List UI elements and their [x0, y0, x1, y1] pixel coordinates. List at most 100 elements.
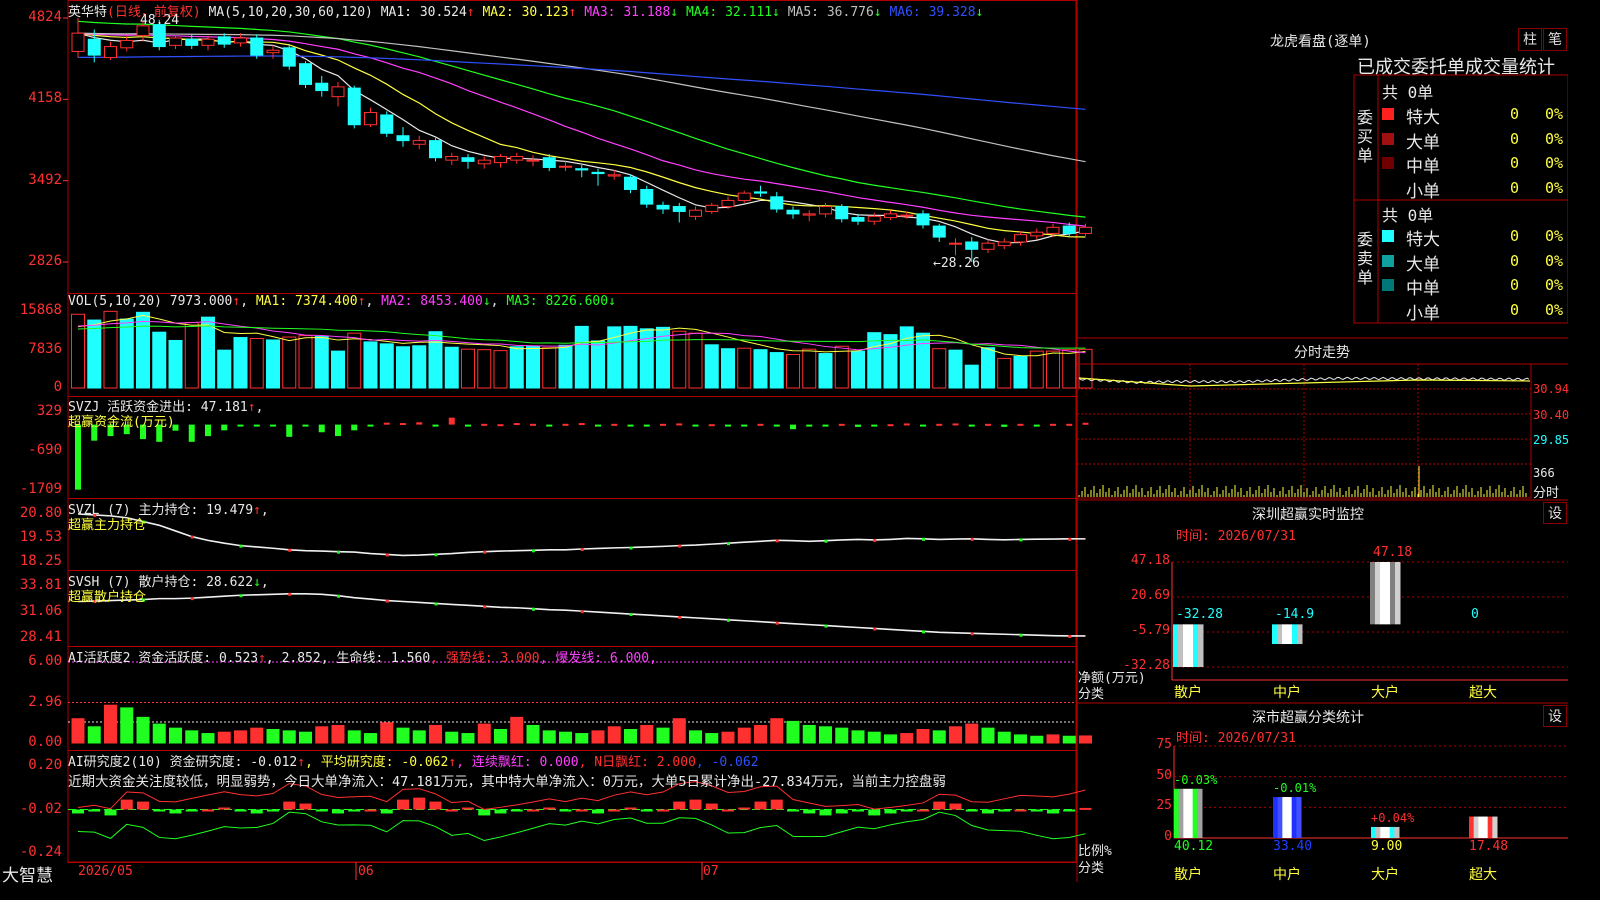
research-bar	[624, 807, 637, 810]
sell-row-percent: 0%	[1545, 300, 1564, 319]
month-label-06: 06	[358, 864, 374, 879]
ai-active-y-tick: 0.00	[28, 734, 62, 750]
retail-line-dot	[483, 605, 487, 609]
column-view-button[interactable]: 柱	[1518, 28, 1542, 51]
stat-bar-stripe	[1483, 816, 1489, 838]
monitor-bar-stripe	[1380, 562, 1386, 625]
ai-research-y-tick: 0.20	[28, 757, 62, 773]
fund-flow-bar	[416, 422, 423, 425]
monitor-category-label: 散户	[1174, 685, 1202, 701]
candle	[835, 206, 849, 220]
vol-ma2: MA2: 8453.400	[381, 294, 483, 309]
stat-bar-stripe	[1277, 797, 1283, 838]
volume-bar	[899, 326, 914, 389]
ai-active-arrow: ↑	[258, 651, 266, 666]
activity-bar	[900, 733, 914, 744]
research-bar	[202, 809, 214, 812]
fund-flow-bar	[871, 424, 878, 427]
candle	[981, 242, 995, 250]
research-bar	[104, 809, 117, 816]
research-bar	[397, 799, 409, 810]
date-start-label: 2026/05	[78, 864, 133, 879]
activity-bar	[737, 727, 751, 744]
candle	[71, 32, 85, 52]
ma-legend-arrow: ↓	[772, 5, 788, 20]
candle	[900, 214, 914, 217]
ma-legend-item: MA2: 30.123	[482, 5, 569, 20]
stat-bar	[1273, 797, 1302, 838]
intraday-vol-label: 分时	[1533, 486, 1560, 501]
monitor-category-label: 超大	[1469, 685, 1497, 701]
fund-flow-bar	[1050, 423, 1056, 426]
research-bar	[689, 799, 702, 810]
research-bar	[770, 799, 783, 810]
svzl-y-tick: 20.80	[19, 505, 62, 521]
activity-bar	[1046, 734, 1060, 744]
high-price-label: 48.24	[140, 13, 180, 28]
monitor-settings-button[interactable]: 设	[1543, 502, 1567, 524]
activity-bar	[851, 730, 865, 744]
stat-y-tick: 25	[1156, 798, 1172, 814]
candle	[185, 38, 199, 46]
candle	[721, 199, 735, 208]
volume-bar	[623, 325, 638, 389]
monitor-bar-stripe	[1183, 624, 1189, 667]
activity-bar	[185, 730, 199, 744]
fund-flow-bar	[1066, 423, 1073, 426]
intraday-tick-mid: 30.40	[1533, 408, 1570, 422]
candle	[445, 155, 459, 161]
fund-flow-bar	[936, 423, 943, 426]
activity-bar	[1079, 735, 1092, 744]
research-bar	[1079, 807, 1092, 810]
monitor-bar-stripe	[1193, 624, 1199, 667]
stat-bar-stripe	[1469, 816, 1475, 838]
ma-line-6	[77, 55, 1086, 110]
volume-bar	[1013, 355, 1028, 389]
activity-bar	[607, 726, 621, 744]
candle	[1046, 226, 1060, 234]
fund-flow-bar	[286, 424, 293, 437]
research-bar	[234, 809, 247, 812]
activity-bar	[445, 731, 459, 744]
stat-category-label: 中户	[1273, 867, 1301, 883]
volume-bar	[201, 316, 215, 389]
fund-flow-bar	[513, 423, 520, 426]
stock-name-label: 英华特	[68, 5, 108, 20]
ma-line-2	[77, 32, 1086, 238]
research-bar	[608, 809, 621, 812]
fund-flow-bar	[1001, 424, 1008, 427]
main-y-tick: 4158	[28, 90, 62, 107]
monitor-value-label: -32.28	[1176, 607, 1223, 623]
fund-flow-bar	[968, 424, 975, 427]
monitor-bar	[1173, 624, 1204, 667]
activity-bar	[672, 718, 686, 744]
activity-bar	[412, 730, 426, 744]
fund-flow-bar	[270, 424, 276, 427]
stat-bar-stripe	[1296, 797, 1302, 838]
monitor-bar-stripe	[1297, 624, 1303, 645]
fund-flow-bar	[790, 424, 796, 430]
activity-bar	[721, 731, 735, 744]
tick-view-button[interactable]: 笔	[1543, 28, 1567, 51]
ma-legend-arrow: ↓	[670, 5, 686, 20]
candle	[542, 157, 556, 168]
ai-research-header: AI研究度2(10) 资金研究度: -0.012↑, 平均研究度: -0.062…	[68, 751, 759, 770]
fund-flow-bar	[952, 423, 959, 426]
buy-row-count: 0	[1510, 178, 1520, 197]
fund-flow-bar	[448, 417, 455, 425]
fund-flow-bar	[367, 424, 374, 427]
stat-settings-button[interactable]: 设	[1543, 705, 1567, 727]
volume-bar	[1078, 348, 1093, 389]
candle	[234, 37, 247, 44]
fund-flow-bar	[351, 424, 358, 431]
ma-setting-label: MA(5,10,20,30,60,120)	[208, 5, 373, 20]
intraday-tick-high: 30.94	[1533, 382, 1570, 396]
research-bar	[933, 801, 946, 810]
volume-bar	[932, 348, 947, 389]
research-bar	[640, 809, 653, 812]
intraday-title: 分时走势	[1294, 345, 1350, 361]
main-force-line-dot	[1068, 537, 1072, 541]
svsh-y-tick: 33.81	[19, 577, 62, 593]
candle	[1030, 231, 1044, 237]
fund-flow-bar	[188, 424, 195, 442]
